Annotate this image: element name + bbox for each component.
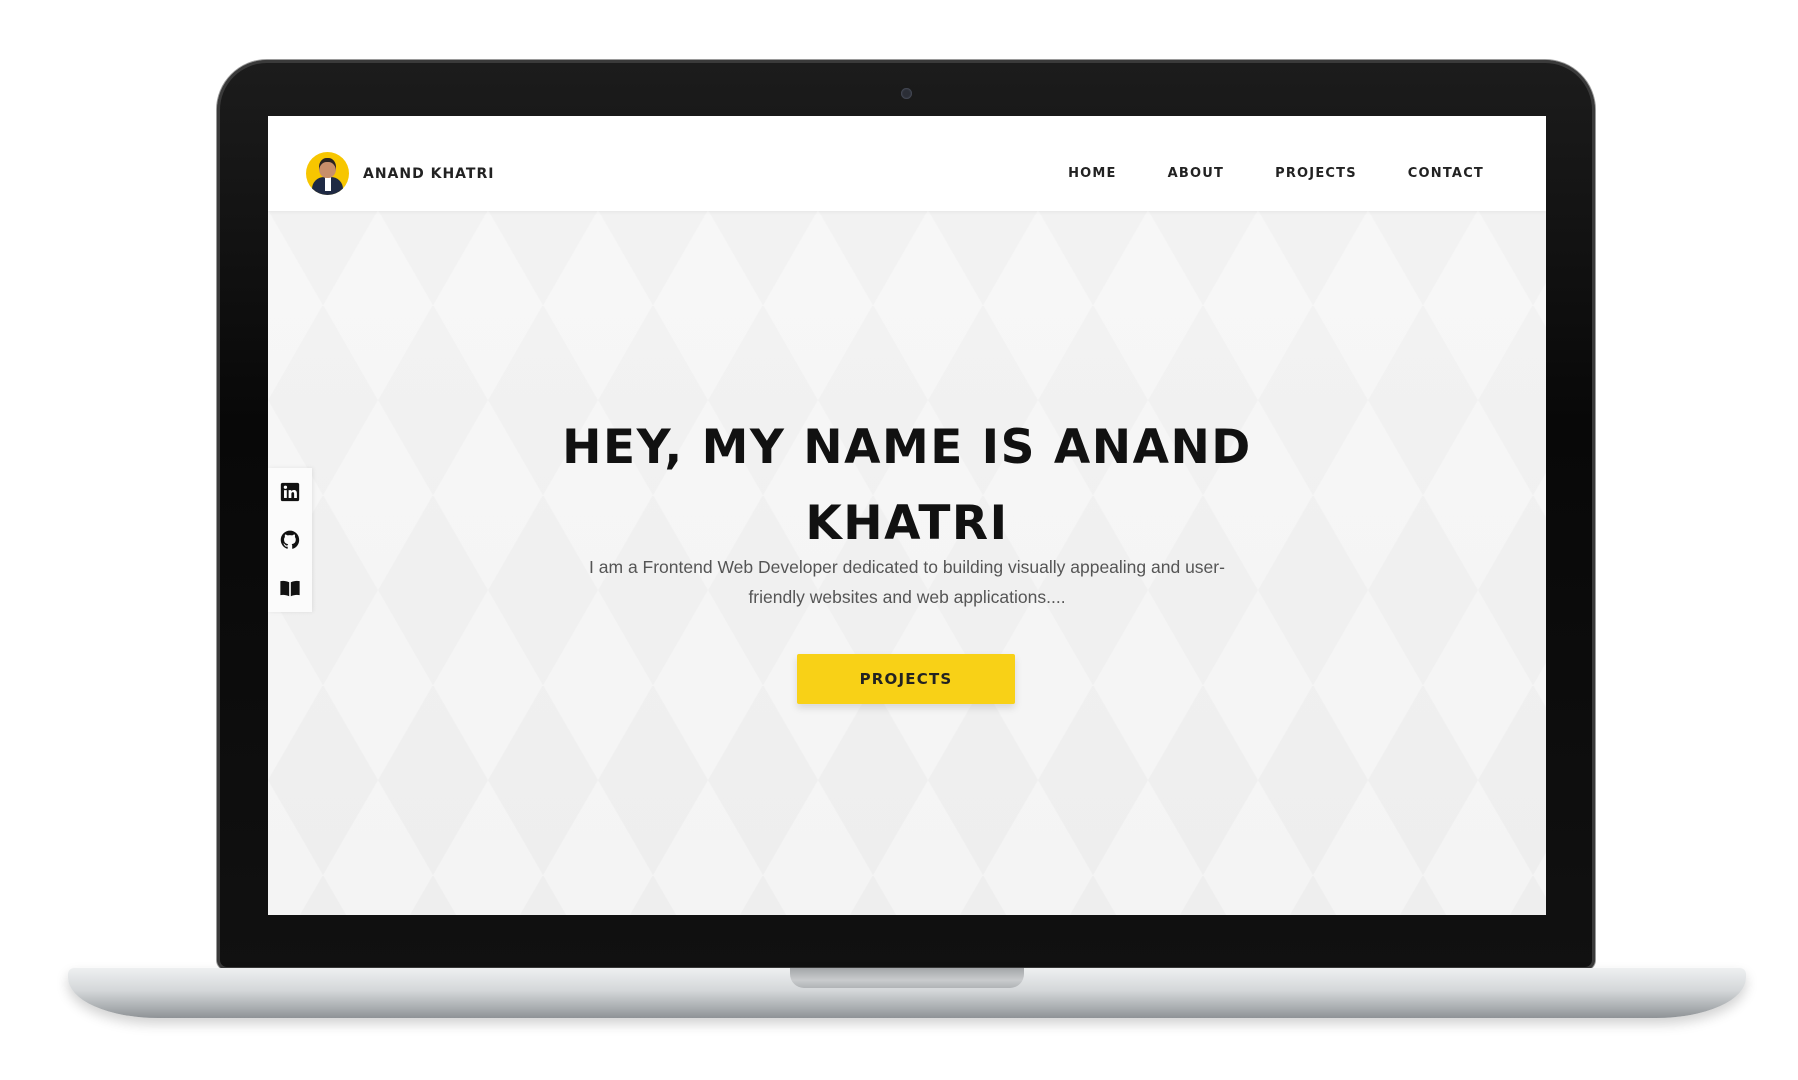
- navbar: ANAND KHATRI HOME ABOUT PROJECTS CONTACT: [268, 116, 1546, 211]
- hero-title-line-2: KHATRI: [805, 496, 1009, 552]
- brand-name: ANAND KHATRI: [363, 165, 495, 182]
- nav-contact[interactable]: CONTACT: [1408, 166, 1484, 181]
- laptop-screen: ANAND KHATRI HOME ABOUT PROJECTS CONTACT: [268, 116, 1546, 915]
- nav-projects[interactable]: PROJECTS: [1275, 166, 1357, 181]
- laptop-hinge-notch: [790, 968, 1024, 988]
- avatar-head: [319, 158, 336, 178]
- hero-subtitle: I am a Frontend Web Developer dedicated …: [589, 557, 1225, 607]
- nav-home[interactable]: HOME: [1068, 166, 1117, 181]
- webcam: [901, 88, 912, 99]
- blog-link[interactable]: [279, 577, 301, 599]
- nav-about[interactable]: ABOUT: [1168, 166, 1224, 181]
- avatar: [306, 152, 349, 195]
- avatar-shirt: [325, 177, 331, 191]
- projects-button[interactable]: PROJECTS: [797, 654, 1015, 704]
- main-nav: HOME ABOUT PROJECTS CONTACT: [1068, 166, 1484, 181]
- book-icon: [280, 580, 300, 597]
- hero-title-line-1: HEY, MY NAME IS ANAND: [562, 420, 1252, 476]
- brand[interactable]: ANAND KHATRI: [306, 152, 494, 195]
- hero-title: HEY, MY NAME IS ANAND KHATRI: [268, 410, 1546, 562]
